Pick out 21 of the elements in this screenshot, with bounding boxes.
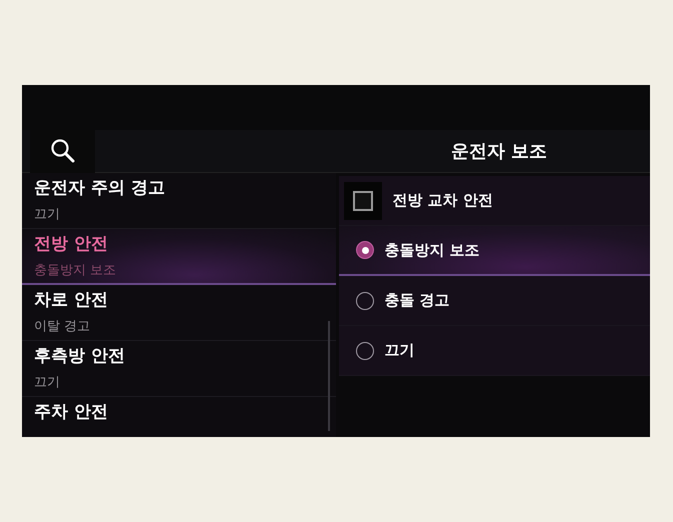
search-button[interactable]: [30, 130, 95, 172]
option-label: 충돌 경고: [384, 290, 450, 312]
radio-button[interactable]: [356, 342, 374, 360]
menu-item-value: 충돌방지 보조: [34, 262, 116, 280]
screen-title: 운전자 보조: [450, 140, 548, 164]
menu-item-title: 후측방 안전: [34, 345, 125, 368]
option-label: 전방 교차 안전: [392, 190, 493, 212]
menu-item-title: 차로 안전: [34, 289, 108, 312]
option-label: 끄기: [384, 340, 414, 362]
radio-button[interactable]: [356, 292, 374, 310]
menu-item-title: 전방 안전: [34, 233, 108, 256]
menu-item[interactable]: 전방 안전 충돌방지 보조: [22, 229, 336, 285]
search-icon: [50, 138, 76, 164]
menu-item-title: 주차 안전: [34, 401, 108, 424]
menu-item-value: 끄기: [34, 374, 60, 392]
menu-item-value: 끄기: [34, 206, 60, 224]
checkbox[interactable]: [353, 190, 374, 210]
menu-item-value: 이탈 경고: [34, 318, 90, 336]
menu-item-title: 운전자 주의 경고: [34, 177, 165, 200]
option-label: 충돌방지 보조: [384, 240, 480, 261]
radio-button[interactable]: [356, 241, 374, 259]
